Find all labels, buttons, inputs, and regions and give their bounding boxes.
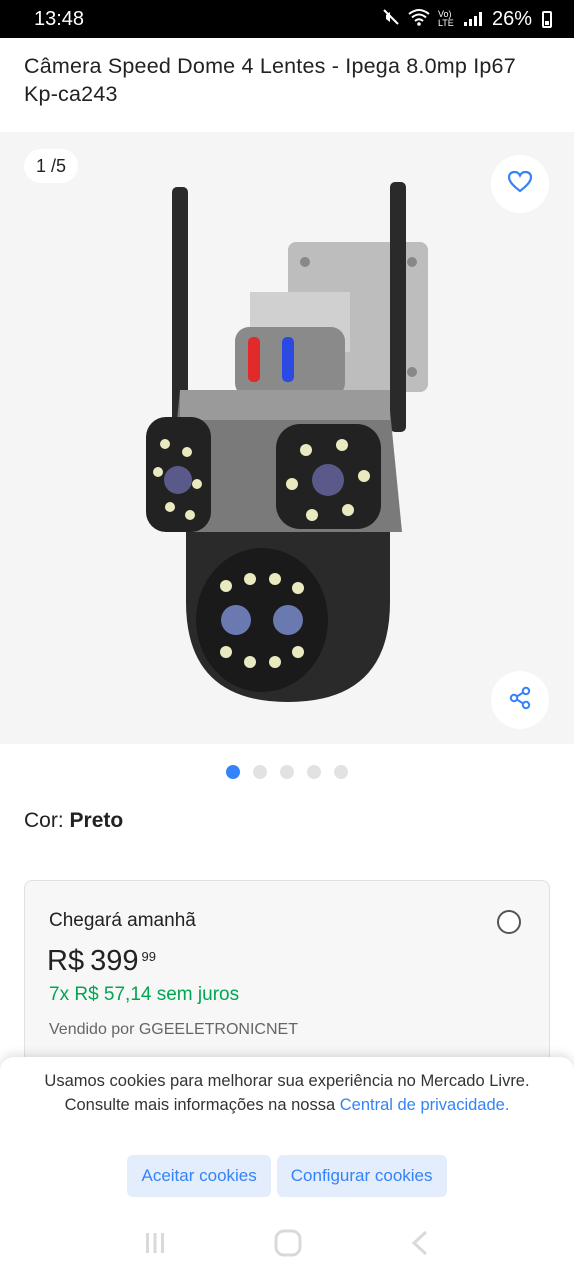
back-icon[interactable] [408, 1229, 432, 1262]
title-bar: Câmera Speed Dome 4 Lentes - Ipega 8.0mp… [0, 38, 574, 132]
pagination-dot-4[interactable] [307, 765, 321, 779]
variant-value: Preto [69, 809, 124, 832]
share-button[interactable] [491, 671, 549, 729]
accept-cookies-button[interactable]: Aceitar cookies [127, 1155, 271, 1197]
gallery-pagination [226, 765, 348, 779]
recents-icon[interactable] [142, 1230, 168, 1261]
pagination-dot-5[interactable] [334, 765, 348, 779]
battery-percent: 26% [491, 7, 532, 30]
network-label: Vo) LTE [437, 9, 454, 28]
pagination-dot-1[interactable] [226, 765, 240, 779]
mute-icon [382, 8, 400, 31]
heart-icon [507, 170, 533, 199]
privacy-link[interactable]: Central de privacidade. [340, 1096, 510, 1114]
configure-cookies-button[interactable]: Configurar cookies [276, 1155, 447, 1197]
cookie-actions: Aceitar cookies Configurar cookies [0, 1155, 574, 1197]
clock: 13:48 [34, 7, 85, 30]
favorite-button[interactable] [491, 155, 549, 213]
system-nav-bar [0, 1210, 574, 1280]
image-counter: 1 /5 [24, 149, 79, 183]
pagination-dot-3[interactable] [280, 765, 294, 779]
battery-icon [542, 10, 552, 28]
home-icon[interactable] [273, 1228, 303, 1263]
offer-radio[interactable] [497, 910, 521, 934]
signal-icon [463, 12, 482, 26]
product-title: Câmera Speed Dome 4 Lentes - Ipega 8.0mp… [24, 54, 516, 106]
delivery-info: Chegará amanhã [49, 910, 196, 931]
installments: 7x R$ 57,14 sem juros [49, 984, 240, 1005]
price-cents: 99 [141, 949, 156, 964]
variant-label: Cor: [24, 809, 64, 832]
price-currency: R$ [47, 945, 85, 977]
product-gallery[interactable] [0, 132, 574, 744]
cookie-message: Usamos cookies para melhorar sua experiê… [32, 1069, 542, 1117]
pagination-dot-2[interactable] [253, 765, 267, 779]
price: R$ 399 99 [47, 945, 156, 978]
wifi-icon [408, 8, 430, 31]
share-icon [508, 686, 532, 715]
product-image [146, 182, 428, 702]
color-variant: Cor: Preto [24, 809, 123, 833]
offer-card[interactable]: Chegará amanhã R$ 399 99 7x R$ 57,14 sem… [24, 880, 550, 1080]
status-bar: 13:48 Vo) LTE 26% [0, 0, 574, 38]
price-integer: 399 [90, 945, 139, 977]
seller-info: Vendido por GGEELETRONICNET [49, 1021, 298, 1038]
status-icons: Vo) LTE 26% [382, 8, 552, 31]
